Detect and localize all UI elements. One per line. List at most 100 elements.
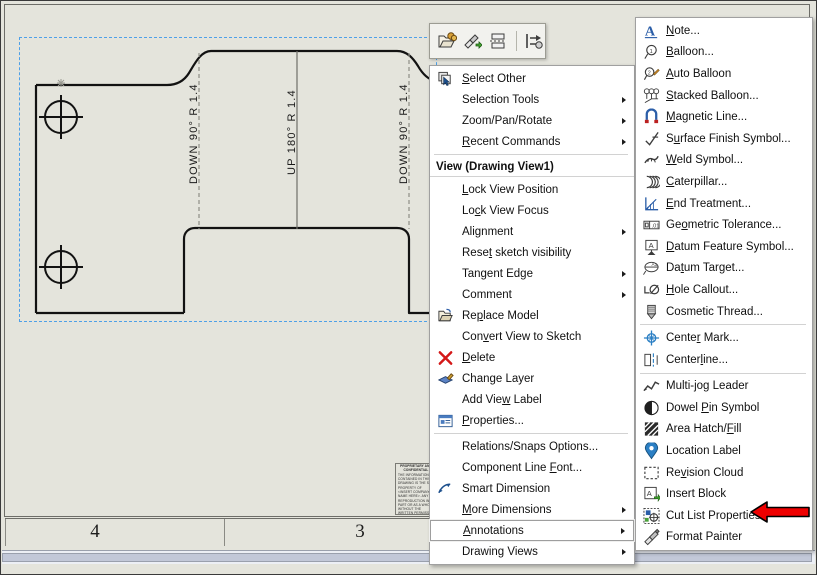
menu-item-add-view-label[interactable]: Add View Label — [430, 389, 634, 410]
properties-icon — [436, 411, 455, 430]
menu-item-geometric-tolerance[interactable]: .01 Geometric Tolerance... — [636, 214, 812, 236]
menu-item-weld-symbol[interactable]: Weld Symbol... — [636, 150, 812, 172]
multi-jog-leader-icon — [642, 377, 661, 396]
menu-item-revision-cloud[interactable]: Revision Cloud — [636, 462, 812, 484]
menu-item-label: Drawing Views — [462, 545, 538, 558]
menu-item-more-dimensions[interactable]: More Dimensions — [430, 499, 634, 520]
chevron-right-icon — [622, 291, 626, 298]
menu-item-label: Hole Callout... — [666, 283, 739, 296]
menu-item-label: Cut List Properties — [666, 509, 761, 522]
replace-model-icon — [436, 306, 455, 325]
context-submenu-annotations[interactable]: A Note... 1 Balloon... 2 Auto Balloon Stacked … — [635, 17, 813, 552]
menu-item-label: Note... — [666, 24, 700, 37]
menu-item-label: Convert View to Sketch — [462, 330, 582, 343]
menu-item-label: Component Line Font... — [462, 461, 583, 474]
open-drawing-view-icon[interactable] — [436, 29, 458, 53]
menu-item-label: Center Mark... — [666, 332, 739, 345]
menu-item-label: Lock View Focus — [462, 204, 549, 217]
menu-item-drawing-views[interactable]: Drawing Views — [430, 541, 634, 562]
datum-target-icon: A1 — [642, 259, 661, 278]
chevron-right-icon — [622, 96, 626, 103]
format-painter-icon[interactable] — [462, 29, 484, 53]
menu-item-center-mark[interactable]: Center Mark... — [636, 327, 812, 349]
menu-item-label: End Treatment... — [666, 197, 752, 210]
menu-item-smart-dimension[interactable]: Smart Dimension — [430, 478, 634, 499]
menu-item-zoom-pan-rotate[interactable]: Zoom/Pan/Rotate — [430, 110, 634, 131]
menu-item-surface-finish-symbol[interactable]: Surface Finish Symbol... — [636, 128, 812, 150]
menu-item-label: Select Other — [462, 72, 526, 85]
menu-item-datum-feature-symbol[interactable]: A Datum Feature Symbol... — [636, 236, 812, 258]
horizontal-scrollbar[interactable] — [2, 550, 815, 564]
context-mini-toolbar[interactable] — [429, 23, 546, 59]
menu-item-alignment[interactable]: Alignment — [430, 221, 634, 242]
menu-item-properties[interactable]: Properties... — [430, 410, 634, 431]
menu-item-annotations[interactable]: Annotations — [429, 519, 635, 542]
menu-item-magnetic-line[interactable]: Magnetic Line... — [636, 106, 812, 128]
chevron-right-icon — [622, 506, 626, 513]
menu-item-label: Dowel Pin Symbol — [666, 401, 760, 414]
menu-item-comment[interactable]: Comment — [430, 284, 634, 305]
datum-feature-icon: A — [642, 237, 661, 256]
menu-item-relations-snaps-options[interactable]: Relations/Snaps Options... — [430, 436, 634, 457]
menu-item-label: Relations/Snaps Options... — [462, 440, 599, 453]
menu-item-lock-view-position[interactable]: Lock View Position — [430, 179, 634, 200]
stacked-balloon-icon — [642, 86, 661, 105]
bend-note-1: DOWN 90° R 1.4 — [188, 83, 200, 184]
menu-item-caterpillar[interactable]: Caterpillar... — [636, 171, 812, 193]
auto-balloon-icon: 2 — [642, 64, 661, 83]
menu-item-reset-sketch-visibility[interactable]: Reset sketch visibility — [430, 242, 634, 263]
menu-item-label: Selection Tools — [462, 93, 540, 106]
select-other-icon — [436, 69, 455, 88]
menu-item-replace-model[interactable]: Replace Model — [430, 305, 634, 326]
menu-item-balloon[interactable]: 1 Balloon... — [636, 42, 812, 64]
menu-item-label: Delete — [462, 351, 496, 364]
magnetic-line-icon — [642, 108, 661, 127]
menu-item-label: Cosmetic Thread... — [666, 305, 763, 318]
menu-item-lock-view-focus[interactable]: Lock View Focus — [430, 200, 634, 221]
menu-item-centerline[interactable]: Centerline... — [636, 349, 812, 371]
menu-item-selection-tools[interactable]: Selection Tools — [430, 89, 634, 110]
menu-item-label: Replace Model — [462, 309, 539, 322]
menu-item-area-hatch-fill[interactable]: Area Hatch/Fill — [636, 419, 812, 441]
toolbar-separator — [515, 31, 517, 51]
tab-order-icon[interactable] — [523, 29, 545, 53]
callout-arrow-icon — [750, 501, 810, 523]
menu-item-label: Comment — [462, 288, 512, 301]
menu-item-label: Area Hatch/Fill — [666, 423, 742, 436]
menu-item-auto-balloon[interactable]: 2 Auto Balloon — [636, 63, 812, 85]
end-treatment-icon — [642, 194, 661, 213]
format-painter-icon — [642, 528, 661, 547]
menu-item-end-treatment[interactable]: End Treatment... — [636, 193, 812, 215]
menu-item-note[interactable]: A Note... — [636, 20, 812, 42]
menu-item-convert-view-to-sketch[interactable]: Convert View to Sketch — [430, 326, 634, 347]
menu-item-label: Tangent Edge — [462, 267, 533, 280]
menu-item-component-line-font[interactable]: Component Line Font... — [430, 457, 634, 478]
align-icon[interactable] — [487, 29, 509, 53]
menu-item-location-label[interactable]: Location Label — [636, 440, 812, 462]
menu-item-multi-jog-leader[interactable]: Multi-jog Leader — [636, 376, 812, 398]
menu-item-format-painter[interactable]: Format Painter — [636, 527, 812, 549]
menu-item-label: Stacked Balloon... — [666, 89, 759, 102]
center-mark-icon — [642, 329, 661, 348]
menu-item-label: Surface Finish Symbol... — [666, 132, 791, 145]
status-bar — [2, 564, 815, 574]
menu-item-hole-callout[interactable]: Hole Callout... — [636, 279, 812, 301]
svg-text:1: 1 — [650, 49, 653, 55]
menu-separator — [640, 324, 806, 326]
menu-item-delete[interactable]: Delete — [430, 347, 634, 368]
menu-item-stacked-balloon[interactable]: Stacked Balloon... — [636, 85, 812, 107]
menu-item-recent-commands[interactable]: Recent Commands — [430, 131, 634, 152]
menu-item-label: Auto Balloon — [666, 67, 732, 80]
cut-list-properties-icon — [642, 506, 661, 525]
caterpillar-icon — [642, 172, 661, 191]
bend-note-3: DOWN 90° R 1.4 — [398, 83, 410, 184]
menu-item-cosmetic-thread[interactable]: Cosmetic Thread... — [636, 301, 812, 323]
menu-item-change-layer[interactable]: Change Layer — [430, 368, 634, 389]
menu-item-tangent-edge[interactable]: Tangent Edge — [430, 263, 634, 284]
menu-item-select-other[interactable]: Select Other — [430, 68, 634, 89]
context-menu-view[interactable]: Select Other Selection Tools Zoom/Pan/Rota… — [429, 65, 635, 565]
menu-item-dowel-pin-symbol[interactable]: Dowel Pin Symbol — [636, 397, 812, 419]
menu-item-label: Reset sketch visibility — [462, 246, 572, 259]
horizontal-scrollbar-thumb[interactable] — [2, 553, 812, 562]
menu-item-datum-target[interactable]: A1 Datum Target... — [636, 258, 812, 280]
